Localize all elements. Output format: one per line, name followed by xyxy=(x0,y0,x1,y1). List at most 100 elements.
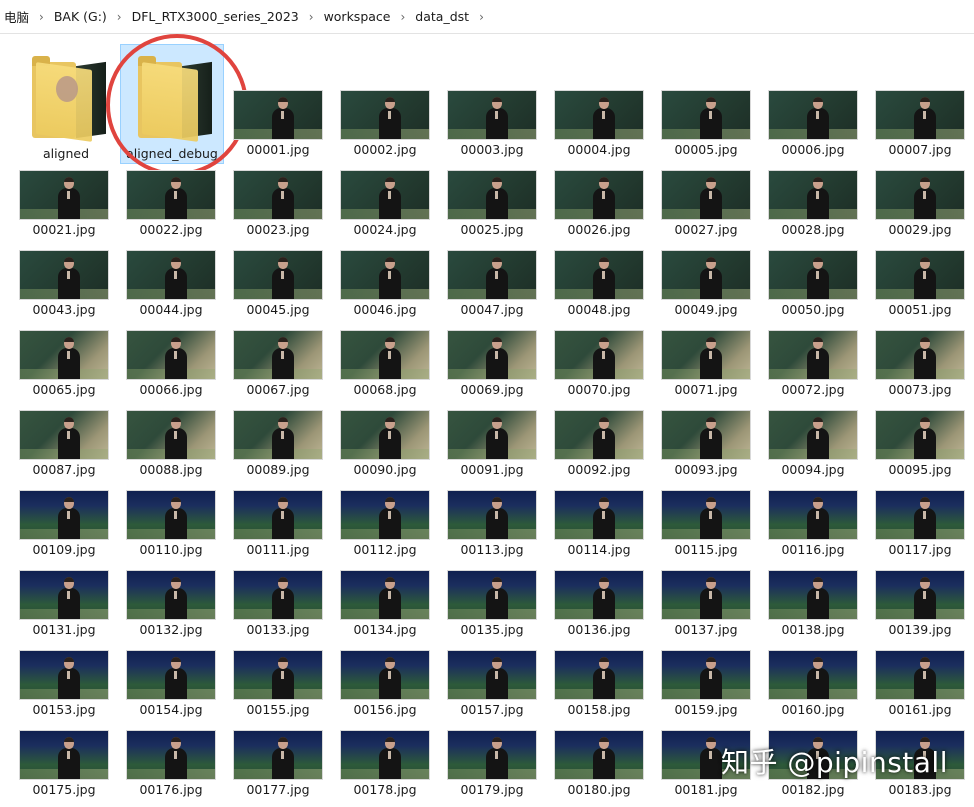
file-item[interactable]: 00091.jpg xyxy=(435,404,539,480)
file-label: 00158.jpg xyxy=(567,702,631,717)
file-item[interactable]: 00136.jpg xyxy=(542,564,646,640)
file-item[interactable]: 00023.jpg xyxy=(221,164,325,240)
file-item[interactable]: 00178.jpg xyxy=(328,724,432,800)
file-item[interactable]: 00026.jpg xyxy=(542,164,646,240)
file-item[interactable]: 00116.jpg xyxy=(756,484,860,560)
file-item[interactable]: 00114.jpg xyxy=(542,484,646,560)
file-item[interactable]: 00045.jpg xyxy=(221,244,325,320)
file-item[interactable]: 00155.jpg xyxy=(221,644,325,720)
file-item[interactable]: 00135.jpg xyxy=(435,564,539,640)
file-item[interactable]: 00028.jpg xyxy=(756,164,860,240)
file-item[interactable]: 00029.jpg xyxy=(863,164,967,240)
folder-item-aligned[interactable]: aligned xyxy=(24,52,108,164)
file-label: 00153.jpg xyxy=(32,702,96,717)
file-item[interactable]: 00175.jpg xyxy=(7,724,111,800)
file-item[interactable]: 00138.jpg xyxy=(756,564,860,640)
file-label: 00182.jpg xyxy=(781,782,845,797)
file-label: 00047.jpg xyxy=(460,302,524,317)
file-item[interactable]: 00066.jpg xyxy=(114,324,218,400)
file-item[interactable]: 00043.jpg xyxy=(7,244,111,320)
file-label: 00113.jpg xyxy=(460,542,524,557)
file-label: 00116.jpg xyxy=(781,542,845,557)
file-item[interactable]: 00180.jpg xyxy=(542,724,646,800)
file-item[interactable]: 00027.jpg xyxy=(649,164,753,240)
file-item[interactable]: 00159.jpg xyxy=(649,644,753,720)
file-item[interactable]: 00179.jpg xyxy=(435,724,539,800)
file-item[interactable]: 00134.jpg xyxy=(328,564,432,640)
file-item[interactable]: 00110.jpg xyxy=(114,484,218,560)
file-item[interactable]: 00089.jpg xyxy=(221,404,325,480)
file-item[interactable]: 00004.jpg xyxy=(542,84,646,160)
image-thumbnail xyxy=(233,330,323,380)
file-item[interactable]: 00160.jpg xyxy=(756,644,860,720)
image-thumbnail xyxy=(233,410,323,460)
image-thumbnail xyxy=(19,250,109,300)
file-item[interactable]: 00112.jpg xyxy=(328,484,432,560)
file-item[interactable]: 00177.jpg xyxy=(221,724,325,800)
file-item[interactable]: 00069.jpg xyxy=(435,324,539,400)
file-item[interactable]: 00005.jpg xyxy=(649,84,753,160)
image-thumbnail xyxy=(340,570,430,620)
image-thumbnail xyxy=(875,90,965,140)
image-thumbnail xyxy=(661,490,751,540)
file-label: 00046.jpg xyxy=(353,302,417,317)
image-thumbnail xyxy=(875,330,965,380)
file-item[interactable]: 00131.jpg xyxy=(7,564,111,640)
file-item[interactable]: 00048.jpg xyxy=(542,244,646,320)
file-item[interactable]: 00115.jpg xyxy=(649,484,753,560)
file-item[interactable]: 00156.jpg xyxy=(328,644,432,720)
file-item[interactable]: 00007.jpg xyxy=(863,84,967,160)
file-item[interactable]: 00072.jpg xyxy=(756,324,860,400)
file-item[interactable]: 00003.jpg xyxy=(435,84,539,160)
file-item[interactable]: 00093.jpg xyxy=(649,404,753,480)
file-item[interactable]: 00068.jpg xyxy=(328,324,432,400)
file-item[interactable]: 00157.jpg xyxy=(435,644,539,720)
folder-item-aligned-debug[interactable]: aligned_debug xyxy=(120,52,224,164)
file-item[interactable]: 00154.jpg xyxy=(114,644,218,720)
file-item[interactable]: 00071.jpg xyxy=(649,324,753,400)
file-item[interactable]: 00176.jpg xyxy=(114,724,218,800)
file-item[interactable]: 00117.jpg xyxy=(863,484,967,560)
file-item[interactable]: 00025.jpg xyxy=(435,164,539,240)
file-item[interactable]: 00090.jpg xyxy=(328,404,432,480)
file-item[interactable]: 00137.jpg xyxy=(649,564,753,640)
file-item[interactable]: 00001.jpg xyxy=(221,84,325,160)
file-item[interactable]: 00111.jpg xyxy=(221,484,325,560)
file-item[interactable]: 00067.jpg xyxy=(221,324,325,400)
file-item[interactable]: 00087.jpg xyxy=(7,404,111,480)
file-label: 00180.jpg xyxy=(567,782,631,797)
file-item[interactable]: 00024.jpg xyxy=(328,164,432,240)
file-item[interactable]: 00133.jpg xyxy=(221,564,325,640)
file-item[interactable]: 00109.jpg xyxy=(7,484,111,560)
file-item[interactable]: 00047.jpg xyxy=(435,244,539,320)
file-item[interactable]: 00006.jpg xyxy=(756,84,860,160)
file-item[interactable]: 00161.jpg xyxy=(863,644,967,720)
file-item[interactable]: 00094.jpg xyxy=(756,404,860,480)
file-item[interactable]: 00132.jpg xyxy=(114,564,218,640)
file-item[interactable]: 00002.jpg xyxy=(328,84,432,160)
image-thumbnail xyxy=(554,170,644,220)
file-item[interactable]: 00049.jpg xyxy=(649,244,753,320)
file-label: 00069.jpg xyxy=(460,382,524,397)
file-item[interactable]: 00070.jpg xyxy=(542,324,646,400)
file-label: 00138.jpg xyxy=(781,622,845,637)
file-item[interactable]: 00050.jpg xyxy=(756,244,860,320)
file-item[interactable]: 00113.jpg xyxy=(435,484,539,560)
file-item[interactable]: 00044.jpg xyxy=(114,244,218,320)
file-item[interactable]: 00051.jpg xyxy=(863,244,967,320)
file-item[interactable]: 00158.jpg xyxy=(542,644,646,720)
file-item[interactable]: 00092.jpg xyxy=(542,404,646,480)
file-item[interactable]: 00021.jpg xyxy=(7,164,111,240)
file-label: 00136.jpg xyxy=(567,622,631,637)
file-label: 00110.jpg xyxy=(139,542,203,557)
file-item[interactable]: 00088.jpg xyxy=(114,404,218,480)
file-item[interactable]: 00139.jpg xyxy=(863,564,967,640)
file-item[interactable]: 00095.jpg xyxy=(863,404,967,480)
image-thumbnail xyxy=(661,410,751,460)
file-item[interactable]: 00022.jpg xyxy=(114,164,218,240)
file-item[interactable]: 00073.jpg xyxy=(863,324,967,400)
file-item[interactable]: 00046.jpg xyxy=(328,244,432,320)
file-label: 00001.jpg xyxy=(246,142,310,157)
file-item[interactable]: 00065.jpg xyxy=(7,324,111,400)
file-item[interactable]: 00153.jpg xyxy=(7,644,111,720)
